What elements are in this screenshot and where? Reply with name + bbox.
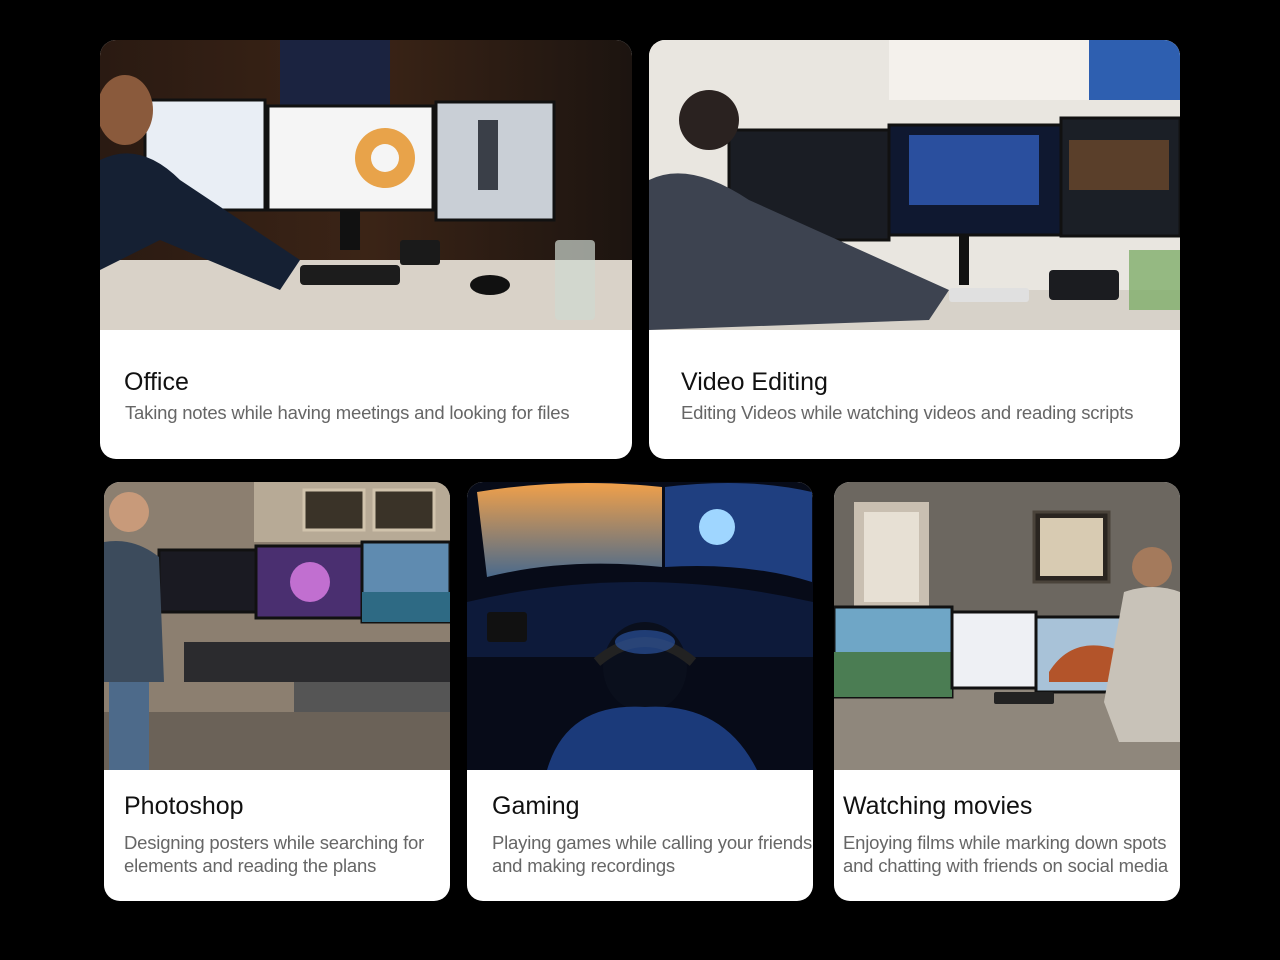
card-watching-movies: Watching movies Enjoying films while mar… (834, 482, 1180, 901)
card-description: Designing posters while searching for el… (124, 832, 425, 876)
card-description: Enjoying films while marking down spots … (843, 832, 1168, 876)
card-title: Photoshop (124, 792, 244, 820)
card-title: Video Editing (681, 368, 828, 396)
card-photoshop: Photoshop Designing posters while search… (104, 482, 450, 901)
card-office: Office Taking notes while having meeting… (100, 40, 632, 459)
gaming-setup-photo (467, 482, 813, 770)
card-description: Editing Videos while watching videos and… (681, 402, 1134, 423)
office-workstation-photo (100, 40, 632, 330)
card-gaming: Gaming Playing games while calling your … (467, 482, 813, 901)
card-title: Office (124, 368, 189, 396)
photoshop-studio-photo (104, 482, 450, 770)
home-office-movies-photo (834, 482, 1180, 770)
card-title: Gaming (492, 792, 580, 820)
card-title: Watching movies (843, 792, 1033, 820)
card-description: Taking notes while having meetings and l… (125, 402, 570, 423)
video-editing-photo (649, 40, 1180, 330)
card-description: Playing games while calling your friends… (492, 832, 813, 876)
card-video-editing: Video Editing Editing Videos while watch… (649, 40, 1180, 459)
